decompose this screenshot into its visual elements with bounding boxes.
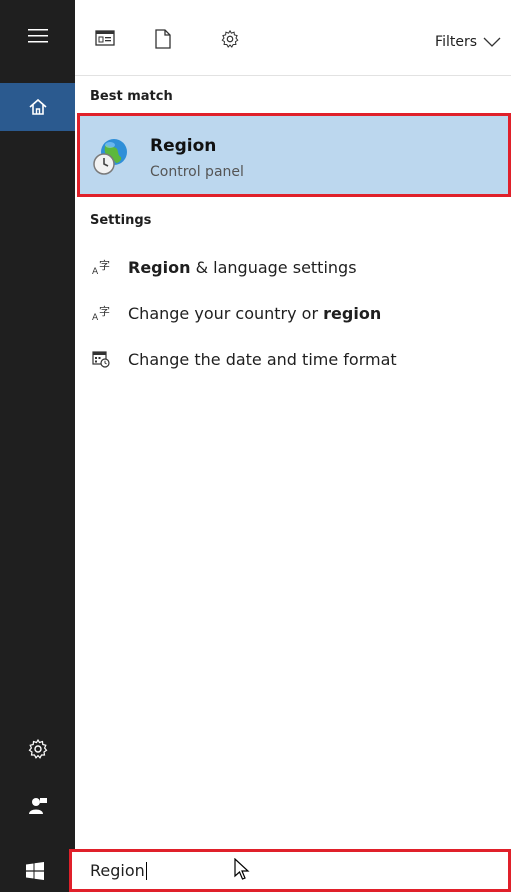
region-globe-clock-icon: [93, 139, 127, 175]
result-bold: Region: [128, 257, 191, 277]
calendar-clock-icon: [90, 350, 112, 368]
hamburger-icon: [27, 29, 48, 43]
start-button[interactable]: [0, 849, 69, 892]
chevron-down-icon: [483, 37, 501, 47]
apps-filter-button[interactable]: [95, 29, 115, 51]
best-match-subtitle: Control panel: [150, 164, 244, 180]
best-match-title: Region: [150, 136, 217, 156]
result-text: Change your country or: [128, 303, 324, 323]
filters-dropdown[interactable]: Filters: [435, 34, 501, 50]
settings-result-region-language[interactable]: A 字 Region & language settings: [90, 252, 501, 282]
best-match-result[interactable]: Region Control panel: [77, 113, 511, 197]
best-match-label: Best match: [90, 89, 173, 104]
language-icon: A 字: [90, 305, 112, 321]
user-account-button[interactable]: [0, 782, 75, 830]
result-text: Change the date and time format: [128, 349, 397, 369]
svg-text:A: A: [92, 313, 99, 321]
svg-text:字: 字: [99, 305, 110, 318]
home-button[interactable]: [0, 83, 75, 131]
result-bold: region: [323, 303, 382, 323]
settings-section-label: Settings: [90, 213, 152, 228]
taskbar-search-box[interactable]: Region: [69, 849, 511, 892]
mouse-pointer-icon: [234, 858, 250, 880]
settings-button[interactable]: [0, 725, 75, 773]
search-input[interactable]: Region: [90, 862, 147, 880]
svg-text:字: 字: [99, 259, 110, 272]
left-rail: [0, 0, 75, 849]
home-icon: [28, 98, 47, 115]
settings-result-date-time-format[interactable]: Change the date and time format: [90, 344, 501, 374]
user-icon: [28, 798, 47, 814]
language-icon: A 字: [90, 259, 112, 275]
search-results-panel: Filters Best match Region Control panel …: [75, 0, 511, 849]
taskbar: Region: [0, 849, 511, 892]
svg-text:A: A: [92, 267, 99, 275]
gear-icon: [221, 29, 239, 48]
settings-filter-button[interactable]: [220, 29, 240, 53]
filter-toolbar: Filters: [75, 0, 511, 76]
settings-result-country-region[interactable]: A 字 Change your country or region: [90, 298, 501, 328]
hamburger-menu-button[interactable]: [0, 12, 75, 60]
document-icon: [155, 29, 171, 49]
apps-icon: [95, 30, 115, 46]
filters-label: Filters: [435, 34, 477, 50]
documents-filter-button[interactable]: [155, 29, 171, 53]
windows-logo-icon: [25, 861, 44, 880]
result-text: & language settings: [190, 257, 357, 277]
gear-icon: [28, 738, 47, 759]
